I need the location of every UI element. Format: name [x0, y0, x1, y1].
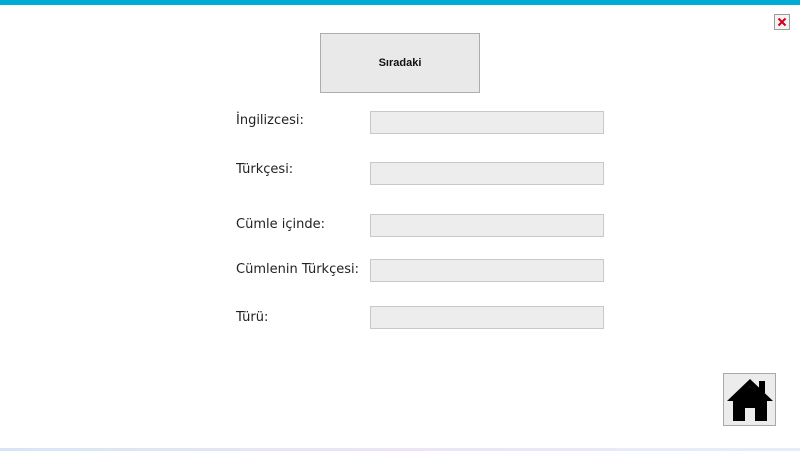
type-label: Türü: — [236, 310, 269, 325]
sentence-turkish-input[interactable] — [370, 259, 604, 282]
in-sentence-input[interactable] — [370, 214, 604, 237]
home-button[interactable] — [723, 373, 776, 426]
turkish-label: Türkçesi: — [236, 162, 294, 177]
turkish-input[interactable] — [370, 162, 604, 185]
in-sentence-label: Cümle içinde: — [236, 217, 325, 232]
sentence-turkish-label: Cümlenin Türkçesi: — [236, 262, 359, 277]
english-label: İngilizcesi: — [236, 113, 304, 128]
close-button[interactable] — [774, 14, 790, 30]
close-icon — [777, 17, 787, 27]
home-icon — [726, 378, 773, 421]
english-input[interactable] — [370, 111, 604, 134]
next-button[interactable]: Sıradaki — [320, 33, 480, 93]
type-input[interactable] — [370, 306, 604, 329]
window-accent-bar — [0, 0, 800, 5]
